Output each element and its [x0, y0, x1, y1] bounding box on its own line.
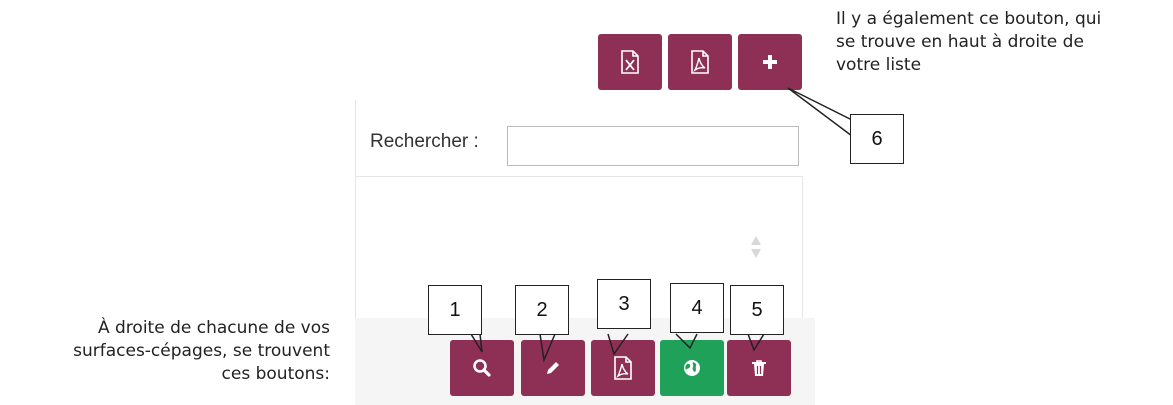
callout-5: 5 — [730, 285, 784, 335]
callout-pointer-5 — [747, 333, 765, 352]
callout-4: 4 — [670, 283, 724, 333]
callout-pointer-1 — [470, 333, 483, 353]
callout-2: 2 — [515, 285, 569, 335]
callout-pointer-2 — [539, 333, 556, 363]
callout-pointer-6 — [787, 87, 853, 137]
callout-pointer-4 — [675, 333, 698, 350]
callout-1: 1 — [428, 285, 482, 335]
callout-pointer-3 — [607, 333, 629, 356]
callout-3: 3 — [597, 279, 651, 329]
callout-6: 6 — [850, 114, 904, 164]
callout-pointers — [470, 87, 853, 363]
